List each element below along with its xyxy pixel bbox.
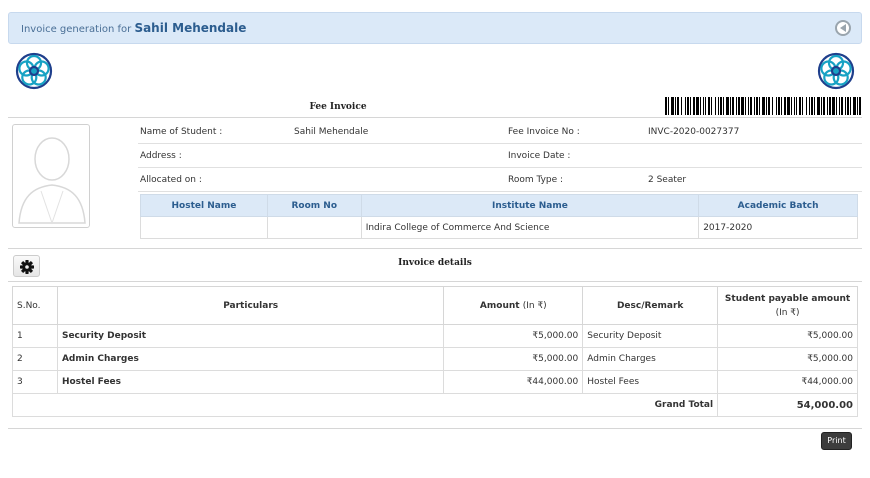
hostel-table: Hostel Name Room No Institute Name Acade…	[140, 194, 858, 239]
sno-cell: 3	[12, 370, 58, 394]
payable-header: Student payable amount (In ₹)	[717, 286, 858, 325]
amount-cell: ₹44,000.00	[443, 370, 584, 394]
sno-cell: 2	[12, 347, 58, 371]
institute-name-cell: Indira College of Commerce And Science	[360, 216, 700, 239]
payable-header-label: Student payable amount	[724, 293, 851, 304]
room-type-value: 2 Seater	[648, 175, 687, 185]
invoice-details-table: S.No. Particulars Amount (In ₹) Desc/Rem…	[11, 286, 858, 417]
college-logo-icon	[15, 52, 53, 90]
hostel-name-header: Hostel Name	[140, 194, 268, 217]
grand-total-label: Grand Total	[11, 393, 719, 417]
title-student-name: Sahil Mehendale	[134, 21, 247, 35]
table-row: 1 Security Deposit ₹5,000.00 Security De…	[12, 324, 858, 348]
sno-cell: 1	[12, 324, 58, 348]
particular-cell: Admin Charges	[56, 347, 445, 371]
page-title: Invoice generation for Sahil Mehendale	[21, 21, 246, 35]
name-value: Sahil Mehendale	[294, 127, 369, 137]
student-photo	[12, 124, 90, 228]
payable-header-unit: (In ₹)	[775, 307, 800, 318]
info-row-address: Address : Invoice Date :	[138, 144, 862, 168]
payable-cell: ₹44,000.00	[717, 370, 858, 394]
table-row: 2 Admin Charges ₹5,000.00 Admin Charges …	[12, 347, 858, 371]
amount-header: Amount (In ₹)	[443, 286, 584, 325]
college-logo-icon	[817, 52, 855, 90]
payable-cell: ₹5,000.00	[717, 324, 858, 348]
name-label: Name of Student :	[140, 127, 223, 137]
divider	[8, 428, 862, 429]
amount-cell: ₹5,000.00	[443, 347, 584, 371]
payable-cell: ₹5,000.00	[717, 347, 858, 371]
room-no-cell	[266, 216, 362, 239]
allocated-label: Allocated on :	[140, 175, 202, 185]
fee-invoice-title: Fee Invoice	[309, 102, 367, 112]
table-row: Indira College of Commerce And Science 2…	[140, 216, 858, 239]
room-type-label: Room Type :	[508, 175, 564, 185]
info-row-allocated: Allocated on : Room Type : 2 Seater	[138, 168, 862, 192]
room-no-header: Room No	[266, 194, 362, 217]
desc-cell: Hostel Fees	[582, 370, 719, 394]
academic-batch-cell: 2017-2020	[698, 216, 858, 239]
title-prefix: Invoice generation for	[21, 24, 132, 35]
barcode	[665, 97, 861, 115]
divider	[8, 248, 862, 249]
amount-header-label: Amount	[479, 300, 520, 311]
amount-cell: ₹5,000.00	[443, 324, 584, 348]
invoice-no-value: INVC-2020-0027377	[648, 127, 740, 137]
table-row: 3 Hostel Fees ₹44,000.00 Hostel Fees ₹44…	[12, 370, 858, 394]
grand-total-value: 54,000.00	[717, 393, 858, 417]
grand-total-row: Grand Total 54,000.00	[11, 393, 858, 417]
back-circle-icon[interactable]	[835, 20, 851, 36]
particular-cell: Security Deposit	[56, 324, 445, 348]
particulars-header: Particulars	[56, 286, 445, 325]
invoice-details-title: Invoice details	[398, 258, 472, 268]
divider	[8, 281, 862, 282]
desc-header: Desc/Remark	[582, 286, 719, 325]
particular-cell: Hostel Fees	[56, 370, 445, 394]
hostel-name-cell	[140, 216, 268, 239]
address-label: Address :	[140, 151, 182, 161]
print-button[interactable]: Print	[821, 432, 852, 450]
title-bar: Invoice generation for Sahil Mehendale	[8, 12, 862, 44]
sno-header: S.No.	[12, 286, 58, 325]
desc-cell: Security Deposit	[582, 324, 719, 348]
academic-batch-header: Academic Batch	[698, 194, 858, 217]
desc-cell: Admin Charges	[582, 347, 719, 371]
amount-header-unit: (In ₹)	[522, 300, 547, 311]
fee-invoice-header: Fee Invoice	[8, 96, 862, 118]
invoice-no-label: Fee Invoice No :	[508, 127, 580, 137]
invoice-date-label: Invoice Date :	[508, 151, 571, 161]
info-row-name: Name of Student : Sahil Mehendale Fee In…	[138, 120, 862, 144]
institute-name-header: Institute Name	[360, 194, 700, 217]
user-silhouette-icon	[18, 137, 86, 225]
